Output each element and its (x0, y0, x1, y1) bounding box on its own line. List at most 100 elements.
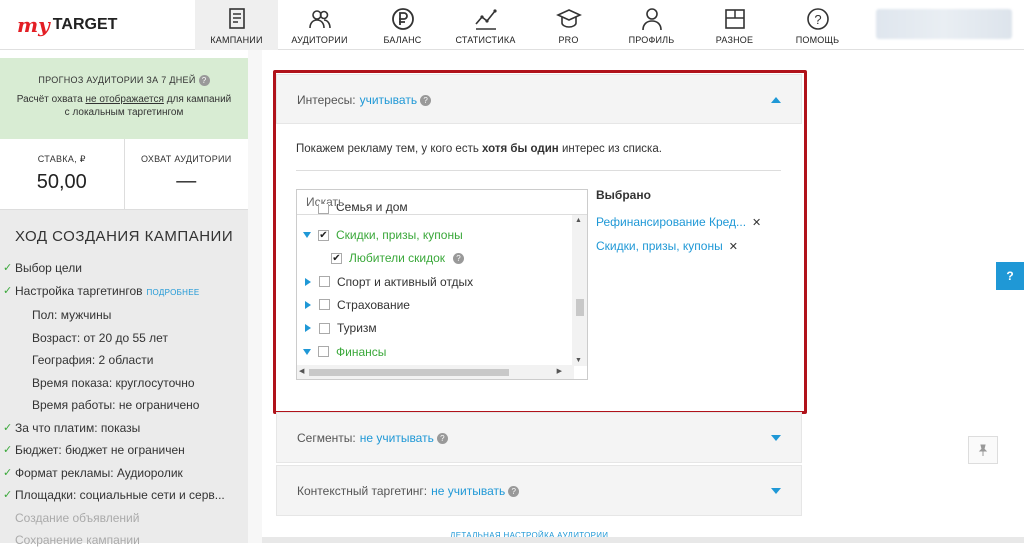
selected-item-label[interactable]: Рефинансирование Кред... (596, 215, 746, 229)
tree-item-label: Спорт и активный отдых (337, 274, 474, 289)
step-item[interactable]: Сохранение кампании (0, 529, 248, 552)
question-icon[interactable]: ? (198, 75, 210, 87)
step-item[interactable]: Формат рекламы: Аудиоролик (0, 462, 248, 485)
checkbox[interactable] (318, 204, 329, 214)
caret-right-icon[interactable] (305, 324, 311, 333)
logo-prefix: my (17, 13, 50, 37)
bid-label: СТАВКА, ₽ (37, 154, 86, 164)
collapse-arrow-icon[interactable] (771, 97, 781, 103)
expand-arrow-icon[interactable] (771, 488, 781, 494)
selected-item-label[interactable]: Скидки, призы, купоны (596, 239, 723, 253)
checkbox[interactable] (319, 299, 330, 311)
tree-item-label: Страхование (337, 297, 410, 312)
question-icon[interactable]: ? (508, 485, 520, 497)
pin-button[interactable] (968, 436, 998, 464)
step-item[interactable]: Бюджет: бюджет не ограничен (0, 439, 248, 462)
forecast-text-link[interactable]: не отображается (85, 94, 163, 105)
tree-item[interactable]: Страхование (303, 294, 410, 316)
interests-mode-link[interactable]: учитывать (360, 93, 417, 107)
step-label: Время показа: круглосуточно (32, 375, 195, 390)
caret-down-icon[interactable] (303, 232, 311, 238)
checkbox[interactable] (319, 276, 330, 288)
hint-part-1: Покажем рекламу тем, у кого есть (296, 143, 479, 155)
nav-audiences[interactable]: АУДИТОРИИ (278, 0, 361, 50)
audiences-icon (308, 10, 331, 29)
main-nav: КАМПАНИИ АУДИТОРИИ БАЛАНС СТАТИСТИКА PRO… (195, 0, 859, 50)
scroll-thumb[interactable] (576, 299, 584, 316)
tree-item[interactable]: ✔ Скидки, призы, купоны (303, 224, 463, 246)
nav-profile[interactable]: ПРОФИЛЬ (610, 0, 693, 50)
step-item[interactable]: За что платим: показы (0, 417, 248, 440)
caret-down-icon[interactable] (303, 348, 311, 355)
nav-balance-label: БАЛАНС (383, 35, 422, 45)
top-bar: my TARGET КАМПАНИИ АУДИТОРИИ БАЛАНС СТАТ… (0, 0, 1024, 50)
interests-panel-header[interactable]: Интересы: учитывать ? (276, 74, 802, 124)
bid-value[interactable]: 50,00 (0, 171, 124, 194)
nav-pro[interactable]: PRO (527, 0, 610, 50)
divider (296, 170, 781, 171)
page-horizontal-scrollbar[interactable] (262, 537, 1024, 543)
tree-item-label: Скидки, призы, купоны (336, 228, 463, 242)
help-button[interactable]: ? (996, 262, 1024, 290)
checkbox[interactable]: ✔ (318, 229, 329, 241)
segments-panel[interactable]: Сегменты: не учитывать ? (276, 412, 802, 463)
forecast-text-part-2: для кампаний (166, 94, 232, 106)
logo-name: TARGET (52, 16, 118, 33)
step-item[interactable]: География: 2 области (0, 349, 248, 372)
account-menu[interactable] (876, 9, 1012, 39)
checkbox[interactable] (318, 346, 329, 357)
nav-statistics[interactable]: СТАТИСТИКА (444, 0, 527, 50)
tree-item[interactable]: ✔ Любители скидок? (331, 247, 465, 269)
segments-mode-link[interactable]: не учитывать (360, 431, 434, 445)
more-details-link[interactable]: ПОДРОБНЕЕ (147, 288, 200, 297)
svg-text:?: ? (814, 12, 821, 27)
remove-icon[interactable]: ✕ (729, 241, 738, 253)
step-label: Выбор цели (15, 261, 82, 275)
context-header: Контекстный таргетинг: не учитывать ? (277, 466, 801, 516)
question-icon[interactable]: ? (436, 432, 448, 444)
checkbox[interactable] (319, 322, 330, 334)
scroll-down-icon[interactable]: ▼ (575, 357, 582, 364)
nav-misc-label: РАЗНОЕ (715, 35, 754, 45)
nav-pro-label: PRO (558, 35, 579, 45)
forecast-text-part-3: с локальным таргетингом (64, 107, 184, 119)
step-item[interactable]: Выбор цели (0, 257, 248, 280)
question-icon[interactable]: ? (453, 252, 465, 264)
tree-vertical-scrollbar[interactable]: ▲ ▼ (572, 215, 587, 366)
remove-icon[interactable]: ✕ (752, 217, 761, 229)
ruble-icon (391, 8, 414, 30)
scroll-right-icon[interactable]: ▶ (557, 367, 562, 375)
context-mode-link[interactable]: не учитывать (431, 484, 505, 498)
context-targeting-panel[interactable]: Контекстный таргетинг: не учитывать ? (276, 465, 802, 516)
scroll-up-icon[interactable]: ▲ (575, 217, 582, 224)
step-item[interactable]: Время показа: круглосуточно (0, 372, 248, 395)
tree-item[interactable]: Туризм (303, 317, 377, 339)
nav-balance[interactable]: БАЛАНС (361, 0, 444, 50)
caret-right-icon[interactable] (305, 300, 311, 309)
step-label: Пол: мужчины (32, 308, 112, 322)
tree-item-label: Семья и дом (336, 204, 408, 214)
scroll-thumb[interactable] (309, 369, 509, 376)
tree-item[interactable]: Финансы (303, 341, 386, 363)
nav-misc[interactable]: РАЗНОЕ (693, 0, 776, 50)
nav-profile-label: ПРОФИЛЬ (628, 35, 675, 45)
step-item[interactable]: Настройка таргетингов ПОДРОБНЕЕ (0, 280, 248, 305)
question-icon[interactable]: ? (420, 94, 432, 106)
step-item[interactable]: Создание объявлений (0, 507, 248, 530)
checkbox[interactable]: ✔ (331, 252, 342, 264)
step-item[interactable]: Возраст: от 20 до 55 лет (0, 327, 248, 350)
nav-campaigns[interactable]: КАМПАНИИ (195, 0, 278, 50)
tree-horizontal-scrollbar[interactable]: ◀ ▶ (297, 365, 574, 379)
scroll-left-icon[interactable]: ◀ (299, 367, 304, 375)
expand-arrow-icon[interactable] (771, 435, 781, 441)
step-item[interactable]: Время работы: не ограничено (0, 394, 248, 417)
caret-right-icon[interactable] (305, 277, 311, 286)
nav-help[interactable]: ? ПОМОЩЬ (776, 0, 859, 50)
tree-item[interactable]: Семья и дом (303, 204, 408, 214)
tree-item[interactable]: Спорт и активный отдых (303, 271, 473, 293)
step-item[interactable]: Площадки: социальные сети и серв... (0, 484, 248, 507)
context-label: Контекстный таргетинг: (297, 484, 428, 498)
step-label: Формат рекламы: Аудиоролик (15, 465, 183, 480)
step-item[interactable]: Пол: мужчины (0, 304, 248, 327)
mytarget-logo[interactable]: my TARGET (17, 11, 117, 39)
